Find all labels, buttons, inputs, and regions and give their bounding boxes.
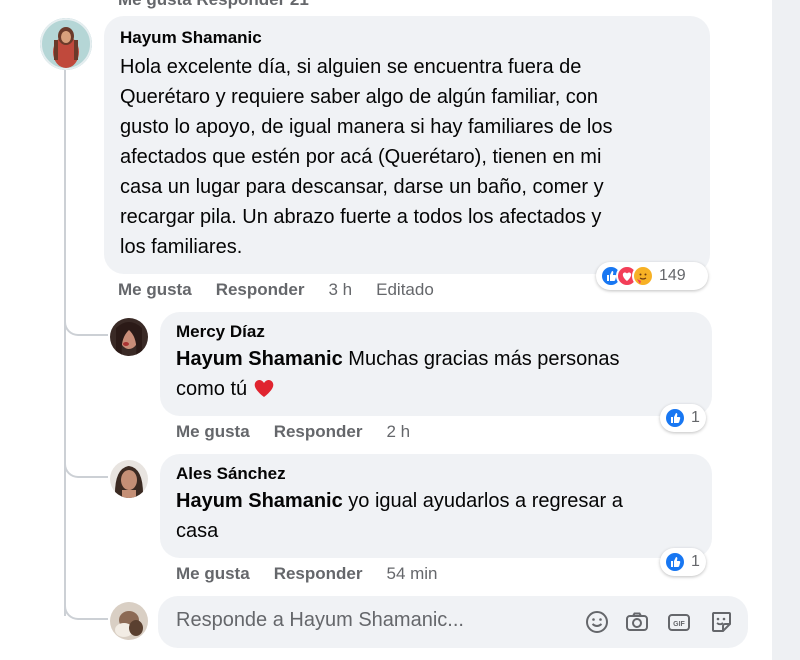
- comment-text-line: gusto lo apoyo, de igual manera si hay f…: [120, 116, 613, 138]
- reply-actions-1: Me gusta Responder 2 h: [176, 422, 410, 442]
- reply-text: Hayum Shamanic Muchas gracias más person…: [176, 344, 696, 407]
- reaction-count: 149: [659, 267, 686, 284]
- thread-connector-1: [64, 318, 108, 336]
- reaction-summary-main[interactable]: 149: [596, 262, 708, 290]
- like-button[interactable]: Me gusta: [176, 564, 250, 584]
- comment-author[interactable]: Hayum Shamanic: [120, 28, 694, 48]
- thread-line-main: [64, 68, 66, 616]
- reaction-count: 1: [691, 553, 700, 570]
- comment-text-line: Hola excelente día, si alguien se encuen…: [120, 56, 582, 78]
- reply-text-line: casa: [176, 520, 219, 542]
- reply-text-line: como tú: [176, 378, 253, 400]
- reply-input-placeholder[interactable]: Responde a Hayum Shamanic...: [176, 609, 464, 632]
- avatar-mercy-diaz[interactable]: [110, 318, 148, 356]
- reply-button[interactable]: Responder: [216, 280, 305, 300]
- reply-text: Hayum Shamanic yo igual ayudarlos a regr…: [176, 486, 696, 546]
- comment-timestamp[interactable]: 3 h: [328, 280, 352, 300]
- reply-author[interactable]: Ales Sánchez: [176, 464, 696, 484]
- reply-timestamp[interactable]: 54 min: [386, 564, 437, 584]
- like-button[interactable]: Me gusta: [118, 280, 192, 300]
- red-heart-emoji-icon: [253, 377, 275, 407]
- comment-text: Hola excelente día, si alguien se encuen…: [120, 52, 694, 262]
- reply-button[interactable]: Responder: [274, 564, 363, 584]
- mention-link[interactable]: Hayum Shamanic: [176, 490, 343, 512]
- reply-bubble-2: Ales Sánchez Hayum Shamanic yo igual ayu…: [160, 454, 712, 558]
- avatar-current-user: [110, 602, 148, 640]
- svg-text:GIF: GIF: [673, 621, 685, 628]
- page-scroll-rail: [772, 0, 800, 660]
- reply-composer[interactable]: Responde a Hayum Shamanic... GIF: [158, 596, 748, 648]
- reply-actions-2: Me gusta Responder 54 min: [176, 564, 438, 584]
- edited-label[interactable]: Editado: [376, 280, 434, 300]
- like-button[interactable]: Me gusta: [176, 422, 250, 442]
- reply-timestamp[interactable]: 2 h: [386, 422, 410, 442]
- care-reaction-icon: [632, 265, 654, 287]
- emoji-icon[interactable]: [584, 609, 610, 635]
- reply-bubble-1: Mercy Díaz Hayum Shamanic Muchas gracias…: [160, 312, 712, 416]
- comment-actions-main: Me gusta Responder 3 h Editado: [118, 280, 434, 300]
- reply-text-line: yo igual ayudarlos a regresar a: [342, 490, 623, 512]
- reaction-count: 1: [691, 409, 700, 426]
- camera-icon[interactable]: [624, 609, 650, 635]
- reply-author[interactable]: Mercy Díaz: [176, 322, 696, 342]
- comment-text-line: casa un lugar para descansar, darse un b…: [120, 176, 604, 198]
- comment-text-line: Querétaro y requiere saber algo de algún…: [120, 86, 599, 108]
- sticker-icon[interactable]: [708, 609, 734, 635]
- mention-link[interactable]: Hayum Shamanic: [176, 348, 343, 370]
- thread-connector-2: [64, 460, 108, 478]
- comment-text-line: los familiares.: [120, 236, 243, 258]
- thread-connector-3: [64, 602, 108, 620]
- like-reaction-icon: [664, 407, 686, 429]
- avatar-hayum-shamanic[interactable]: [40, 18, 92, 70]
- reply-text-line: Muchas gracias más personas: [342, 348, 620, 370]
- comment-text-line: recargar pila. Un abrazo fuerte a todos …: [120, 206, 602, 228]
- gif-icon[interactable]: GIF: [666, 609, 692, 635]
- previous-comment-actions: Me gusta Responder 21: [118, 0, 309, 10]
- like-reaction-icon: [664, 551, 686, 573]
- reaction-summary-reply-1[interactable]: 1: [660, 404, 706, 432]
- reaction-summary-reply-2[interactable]: 1: [660, 548, 706, 576]
- comment-text-line: afectados que estén por acá (Querétaro),…: [120, 146, 602, 168]
- reply-button[interactable]: Responder: [274, 422, 363, 442]
- comment-bubble-main: Hayum Shamanic Hola excelente día, si al…: [104, 16, 710, 274]
- avatar-ales-sanchez[interactable]: [110, 460, 148, 498]
